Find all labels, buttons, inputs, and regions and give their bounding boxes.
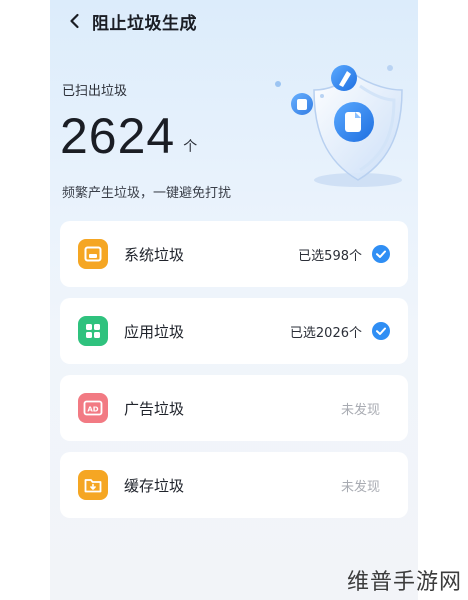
category-label: 应用垃圾: [124, 322, 185, 341]
phone-screen: 阻止垃圾生成 已扫出垃圾 2624 个 频繁产生垃圾，一键避免打扰 系统垃圾 已…: [50, 0, 418, 600]
app-junk-icon: [78, 316, 108, 346]
junk-count: 2624 个: [60, 108, 197, 164]
summary-subtitle: 频繁产生垃圾，一键避免打扰: [62, 186, 232, 201]
checked-icon[interactable]: [372, 245, 390, 263]
category-card-app[interactable]: 应用垃圾 已选2026个: [60, 298, 408, 364]
ad-junk-icon: AD: [78, 393, 108, 423]
system-junk-icon: [78, 239, 108, 269]
category-card-system[interactable]: 系统垃圾 已选598个: [60, 221, 408, 287]
cache-junk-icon: [78, 470, 108, 500]
chevron-left-icon: [70, 13, 79, 29]
category-card-ad[interactable]: AD 广告垃圾 未发现: [60, 375, 408, 441]
checked-icon[interactable]: [372, 322, 390, 340]
junk-count-value: 2624: [60, 108, 176, 164]
top-bar: 阻止垃圾生成: [50, 6, 418, 36]
svg-text:AD: AD: [87, 406, 98, 414]
shield-illustration: [275, 65, 403, 187]
back-button[interactable]: [60, 6, 90, 36]
category-status: 未发现: [340, 479, 380, 495]
category-label: 广告垃圾: [124, 399, 185, 418]
scanned-label: 已扫出垃圾: [62, 84, 128, 99]
category-card-cache[interactable]: 缓存垃圾 未发现: [60, 452, 408, 518]
category-status: 已选2026个: [289, 325, 362, 341]
category-status: 已选598个: [298, 248, 362, 264]
category-label: 系统垃圾: [124, 245, 185, 264]
junk-count-unit: 个: [183, 139, 198, 155]
category-label: 缓存垃圾: [124, 476, 185, 495]
category-status: 未发现: [340, 402, 380, 418]
page-title: 阻止垃圾生成: [92, 13, 197, 34]
watermark: 维普手游网: [346, 570, 462, 595]
